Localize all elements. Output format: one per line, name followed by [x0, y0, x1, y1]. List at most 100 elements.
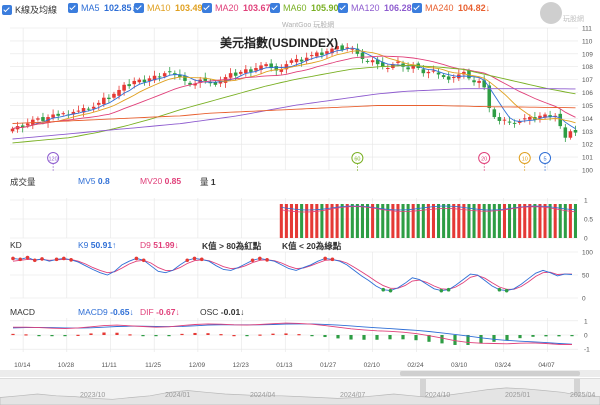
price-tick-label: 102: [582, 142, 593, 149]
osc-bar: [349, 335, 353, 340]
candle: [441, 75, 446, 78]
k9-value: 50.91↑: [90, 240, 117, 250]
volume-bar: [366, 204, 370, 238]
macd-title: MACD: [10, 307, 36, 317]
volume-bar: [421, 204, 425, 238]
volume-tick-label: 0.5: [584, 217, 593, 224]
kd-red-dot: [134, 256, 139, 261]
macd9-line: [12, 323, 573, 345]
osc-bar: [154, 335, 158, 337]
scrollbar-thumb[interactable]: [400, 371, 580, 376]
candle: [51, 114, 55, 118]
volume-label-row: 成交量 MV5 0.8 MV20 0.85 量 1: [10, 176, 216, 188]
volume-bar: [350, 204, 354, 238]
volume-bar: [492, 204, 496, 238]
volume-bar: [548, 204, 552, 238]
navigator-year-label: 2024/01: [165, 392, 191, 399]
osc-bar: [310, 335, 314, 337]
candle: [117, 89, 121, 96]
kd-red-dot: [141, 258, 146, 263]
d9-label: D9: [140, 240, 151, 250]
osc-bar: [531, 335, 535, 337]
osc-bar: [24, 334, 28, 336]
date-tick-label: 01/27: [320, 362, 337, 369]
navigator-year-label: 2024/04: [250, 392, 276, 399]
osc-bar: [505, 335, 509, 341]
osc-bar: [414, 335, 418, 341]
osc-bar: [479, 335, 483, 344]
candle: [61, 113, 66, 115]
period-marker-label: 60: [354, 157, 360, 163]
navigator-year-label: 2025/01: [505, 392, 531, 399]
kd-label-row: KD K9 50.91↑ D9 51.99↓ K值 > 80為紅點 K值 < 2…: [10, 240, 341, 251]
candle: [563, 127, 568, 138]
volume-bar: [482, 204, 486, 238]
candle: [406, 67, 410, 70]
osc-bar: [102, 332, 106, 335]
candle: [558, 113, 563, 127]
kd-green-dot: [497, 287, 502, 292]
price-tick-label: 108: [582, 64, 593, 71]
chart-page: K線及均線 MA5 102.85↓ MA10 103.49↓ MA20 103.…: [0, 0, 600, 405]
candle: [56, 113, 60, 116]
candle: [249, 69, 253, 72]
kd-red-dot: [54, 257, 59, 262]
volume-bar: [310, 204, 314, 238]
mv5-readout: MV5 0.8: [78, 176, 110, 186]
candle: [431, 70, 436, 72]
volume-bar: [345, 204, 349, 238]
navigator[interactable]: 2023/10 2024/01 2024/04 2024/07 2024/10 2025/…: [0, 378, 600, 405]
candle: [426, 71, 431, 74]
volume-tick-label: 1: [584, 198, 588, 205]
kd-red-dot: [199, 257, 204, 262]
candle: [157, 76, 162, 78]
candle: [522, 118, 527, 120]
candle: [451, 77, 456, 79]
candle: [421, 69, 426, 74]
date-tick-label: 12/23: [233, 362, 250, 369]
candle: [396, 61, 400, 63]
volume-bar: [523, 204, 527, 238]
chart-svg[interactable]: 10010110210310410510610710810911011110/1…: [0, 0, 600, 404]
osc-bar: [375, 335, 379, 340]
candle: [568, 131, 573, 138]
osc-value: -0.01↓: [220, 307, 245, 317]
osc-bar: [219, 334, 223, 336]
candle: [122, 84, 126, 91]
volume-bar: [447, 204, 451, 238]
volume-bar: [467, 204, 471, 238]
candle: [360, 52, 365, 59]
kd-red-dot: [40, 257, 44, 261]
osc-bar: [76, 334, 80, 336]
navigator-scrollbar[interactable]: [0, 370, 600, 377]
macd-tick-label: 1: [584, 318, 588, 325]
osc-bar: [284, 333, 288, 335]
date-tick-label: 10/28: [58, 362, 75, 369]
volume-bar: [533, 204, 537, 238]
dif-value: -0.67↓: [156, 307, 180, 317]
macd9-readout: MACD9 -0.65↓: [78, 307, 134, 317]
osc-bar: [518, 335, 522, 339]
kd-green-dot: [439, 288, 444, 293]
d9-readout: D9 51.99↓: [140, 240, 179, 250]
volume-bar: [487, 204, 491, 238]
kd-green-dot: [381, 287, 386, 292]
osc-bar: [297, 334, 301, 336]
candle: [320, 52, 324, 56]
candle: [86, 108, 91, 110]
volume-bar: [335, 204, 339, 238]
kd-red-dot: [250, 258, 255, 263]
macd-label-row: MACD MACD9 -0.65↓ DIF -0.67↓ OSC -0.01↓: [10, 307, 244, 317]
candle: [91, 106, 96, 109]
kd-red-dot: [185, 258, 190, 263]
candle: [127, 84, 131, 87]
dif-readout: DIF -0.67↓: [140, 307, 180, 317]
period-marker-label: 10: [522, 157, 528, 163]
candle: [254, 68, 258, 71]
osc-bar: [206, 333, 210, 335]
osc-label: OSC: [200, 307, 219, 317]
price-tick-label: 100: [582, 168, 593, 175]
chart-title: 美元指數(USDINDEX): [220, 36, 339, 50]
osc-bar: [388, 335, 392, 340]
osc-bar: [115, 332, 119, 335]
